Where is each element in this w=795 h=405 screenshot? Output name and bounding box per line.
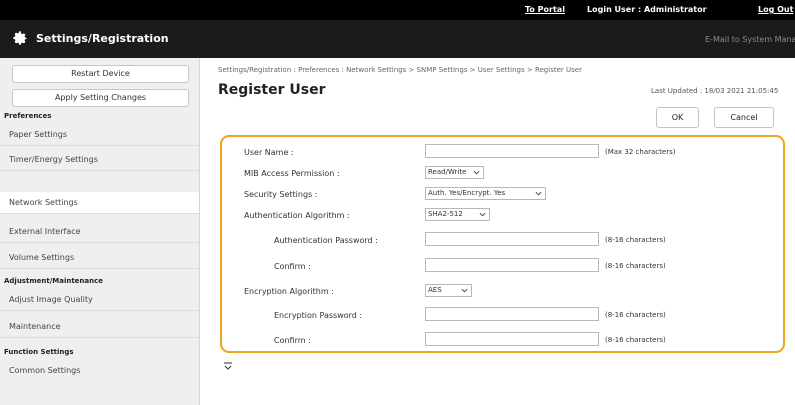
chevron-down-icon bbox=[473, 170, 480, 175]
authentication-algorithm-label: Authentication Algorithm : bbox=[244, 211, 350, 220]
sidebar: Restart Device Apply Setting Changes Pre… bbox=[0, 58, 200, 405]
login-user-text: Login User : Administrator bbox=[587, 5, 707, 14]
authentication-confirm-input[interactable] bbox=[425, 258, 599, 272]
page-title: Register User bbox=[218, 82, 326, 98]
security-settings-select[interactable]: Auth. Yes/Encrypt. Yes bbox=[425, 187, 546, 200]
authentication-algorithm-value: SHA2-512 bbox=[428, 210, 463, 218]
encryption-confirm-input[interactable] bbox=[425, 332, 599, 346]
mib-access-permission-label: MIB Access Permission : bbox=[244, 169, 340, 178]
encryption-password-input[interactable] bbox=[425, 307, 599, 321]
sidebar-item-network-settings[interactable]: Network Settings bbox=[0, 192, 199, 214]
chevron-down-icon bbox=[461, 288, 468, 293]
encryption-confirm-hint: (8-16 characters) bbox=[605, 336, 666, 344]
encryption-algorithm-value: AES bbox=[428, 286, 442, 294]
cancel-button[interactable]: Cancel bbox=[714, 107, 774, 128]
last-updated-text: Last Updated : 18/03 2021 21:05:45 bbox=[651, 87, 779, 95]
sidebar-item-paper-settings[interactable]: Paper Settings bbox=[0, 124, 199, 146]
authentication-password-input[interactable] bbox=[425, 232, 599, 246]
encryption-algorithm-select[interactable]: AES bbox=[425, 284, 472, 297]
chevron-down-icon bbox=[535, 191, 542, 196]
encryption-confirm-label: Confirm : bbox=[274, 336, 311, 345]
to-portal-link[interactable]: To Portal bbox=[525, 5, 565, 14]
security-settings-label: Security Settings : bbox=[244, 190, 318, 199]
authentication-confirm-label: Confirm : bbox=[274, 262, 311, 271]
authentication-algorithm-select[interactable]: SHA2-512 bbox=[425, 208, 490, 221]
sidebar-item-volume-settings[interactable]: Volume Settings bbox=[0, 247, 199, 269]
authentication-password-label: Authentication Password : bbox=[274, 236, 378, 245]
mib-access-permission-select[interactable]: Read/Write bbox=[425, 166, 484, 179]
app-title: Settings/Registration bbox=[36, 32, 169, 45]
scroll-to-top-icon[interactable] bbox=[223, 362, 233, 372]
sidebar-item-adjust-image-quality[interactable]: Adjust Image Quality bbox=[0, 289, 199, 311]
ok-button[interactable]: OK bbox=[656, 107, 699, 128]
logout-link[interactable]: Log Out bbox=[758, 5, 793, 14]
sidebar-item-common-settings[interactable]: Common Settings bbox=[0, 360, 199, 382]
user-name-input[interactable] bbox=[425, 144, 599, 158]
apply-setting-changes-button[interactable]: Apply Setting Changes bbox=[12, 89, 189, 107]
sidebar-heading-adjustment-maintenance: Adjustment/Maintenance bbox=[4, 277, 104, 285]
breadcrumb: Settings/Registration : Preferences : Ne… bbox=[218, 66, 582, 74]
user-name-hint: (Max 32 characters) bbox=[605, 148, 676, 156]
top-bar: To Portal Login User : Administrator Log… bbox=[0, 0, 795, 20]
gear-icon bbox=[13, 31, 27, 45]
sidebar-item-maintenance[interactable]: Maintenance bbox=[0, 316, 199, 338]
authentication-confirm-hint: (8-16 characters) bbox=[605, 262, 666, 270]
authentication-password-hint: (8-16 characters) bbox=[605, 236, 666, 244]
encryption-password-label: Encryption Password : bbox=[274, 311, 363, 320]
app-header: Settings/Registration E-Mail to System M… bbox=[0, 20, 795, 58]
sidebar-item-timer-energy-settings[interactable]: Timer/Energy Settings bbox=[0, 149, 199, 171]
sidebar-item-external-interface[interactable]: External Interface bbox=[0, 221, 199, 243]
sidebar-heading-function-settings: Function Settings bbox=[4, 348, 74, 356]
encryption-algorithm-label: Encryption Algorithm : bbox=[244, 287, 334, 296]
restart-device-button[interactable]: Restart Device bbox=[12, 65, 189, 83]
email-system-manager-link[interactable]: E-Mail to System Manager bbox=[705, 35, 795, 44]
user-name-label: User Name : bbox=[244, 148, 294, 157]
sidebar-heading-preferences: Preferences bbox=[4, 112, 52, 120]
security-settings-value: Auth. Yes/Encrypt. Yes bbox=[428, 189, 506, 197]
encryption-password-hint: (8-16 characters) bbox=[605, 311, 666, 319]
chevron-down-icon bbox=[479, 212, 486, 217]
mib-access-permission-value: Read/Write bbox=[428, 168, 467, 176]
